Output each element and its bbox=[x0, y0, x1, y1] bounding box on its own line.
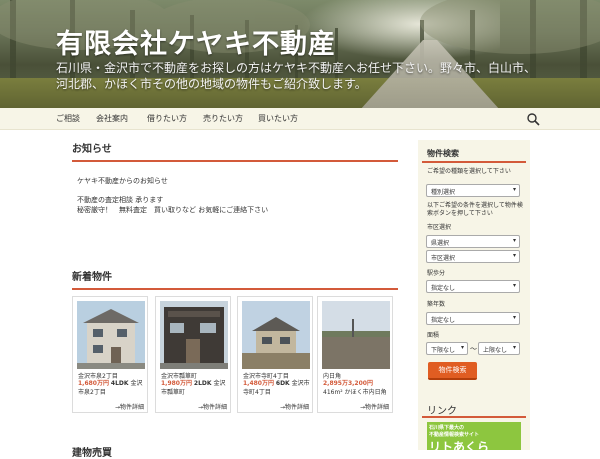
type-select[interactable]: 種別選択 ▾ bbox=[426, 184, 520, 197]
walk-select-value: 指定なし bbox=[431, 285, 456, 292]
notice-line-2: 不動産の査定相談 承ります bbox=[77, 196, 164, 204]
title-divider bbox=[422, 161, 526, 163]
banner-line-3: リトあくら bbox=[429, 440, 490, 450]
area-min-value: 下限なし bbox=[431, 347, 456, 354]
nav-item-buy[interactable]: 買いたい方 bbox=[258, 113, 298, 124]
main-nav: ご相談 会社案内 借りたい方 売りたい方 買いたい方 bbox=[0, 108, 600, 130]
notice-heading: お知らせ bbox=[72, 140, 398, 162]
partner-site-banner[interactable]: 石川県下最大の 不動産情報検索サイト リトあくら bbox=[427, 422, 521, 450]
area-separator: ～ bbox=[470, 345, 477, 353]
area-label: 面積 bbox=[427, 332, 440, 339]
chevron-down-icon: ▾ bbox=[512, 344, 516, 351]
card-price-block: 1,680万円 4LDK 金沢市泉2丁目 bbox=[78, 379, 146, 397]
chevron-down-icon: ▾ bbox=[512, 237, 516, 244]
chevron-down-icon: ▾ bbox=[460, 344, 464, 351]
notice-section: お知らせ ケヤキ不動産からのお知らせ 不動産の査定相談 承ります 秘密厳守！ 無… bbox=[72, 140, 398, 224]
city-select[interactable]: 市区選択 ▾ bbox=[426, 250, 520, 263]
card-price: 2,895万3,200円 bbox=[323, 380, 373, 387]
prefecture-select[interactable]: 県選択 ▾ bbox=[426, 235, 520, 248]
property-photo[interactable] bbox=[160, 301, 228, 369]
site-description: 石川県・金沢市で不動産をお探しの方はケヤキ不動産へお任せ下さい。野々市、白山市、… bbox=[56, 61, 537, 91]
detail-link[interactable]: →物件詳細 bbox=[198, 402, 227, 411]
detail-link[interactable]: →物件詳細 bbox=[280, 402, 309, 411]
card-detail: 4LDK bbox=[110, 380, 129, 387]
property-photo[interactable] bbox=[322, 301, 390, 369]
card-price-block: 2,895万3,200円 416m² かほく市内日角 bbox=[323, 379, 391, 397]
listing-card[interactable]: 金沢市瓢箪町 1,980万円 2LDK 金沢市瓢箪町 →物件詳細 bbox=[155, 296, 231, 413]
chevron-down-icon: ▾ bbox=[512, 252, 516, 259]
new-listings-heading: 新着物件 bbox=[72, 268, 398, 290]
card-price: 1,480万円 bbox=[243, 380, 274, 387]
city-label: 市区選択 bbox=[427, 224, 452, 231]
listing-card[interactable]: 金沢市寺町4丁目 1,480万円 6DK 金沢市寺町4丁目 →物件詳細 bbox=[237, 296, 313, 413]
search-widget-title: 物件検索 bbox=[427, 149, 459, 158]
card-price-block: 1,480万円 6DK 金沢市寺町4丁目 bbox=[243, 379, 311, 397]
nav-item-company[interactable]: 会社案内 bbox=[96, 113, 128, 124]
area-max-value: 上限なし bbox=[483, 347, 508, 354]
card-detail: 2LDK bbox=[193, 380, 212, 387]
chevron-down-icon: ▾ bbox=[512, 314, 516, 321]
city-select-value: 市区選択 bbox=[431, 255, 456, 262]
listing-card[interactable]: 金沢市泉2丁目 1,680万円 4LDK 金沢市泉2丁目 →物件詳細 bbox=[72, 296, 148, 413]
property-search-button[interactable]: 物件検索 bbox=[428, 362, 477, 380]
search-icon[interactable] bbox=[526, 112, 540, 126]
search-sidebar: 物件検索 ご希望の種類を選択して下さい 種別選択 ▾ 以下ご希望の条件を選択して物… bbox=[418, 140, 530, 450]
age-select-value: 指定なし bbox=[431, 317, 456, 324]
detail-link[interactable]: →物件詳細 bbox=[115, 402, 144, 411]
banner-line-1: 石川県下最大の bbox=[429, 425, 465, 431]
card-price: 1,680万円 bbox=[78, 380, 109, 387]
type-label: ご希望の種類を選択して下さい bbox=[427, 168, 511, 175]
notice-body: ケヤキ不動産からのお知らせ 不動産の査定相談 承ります 秘密厳守！ 無料査定 買… bbox=[72, 176, 398, 215]
nav-item-rent[interactable]: 借りたい方 bbox=[147, 113, 187, 124]
type-select-value: 種別選択 bbox=[431, 189, 456, 196]
age-select[interactable]: 指定なし ▾ bbox=[426, 312, 520, 325]
area-max-select[interactable]: 上限なし ▾ bbox=[478, 342, 520, 355]
chevron-down-icon: ▾ bbox=[512, 186, 516, 193]
card-detail: 416m² bbox=[323, 389, 343, 396]
listing-cards: 金沢市泉2丁目 1,680万円 4LDK 金沢市泉2丁目 →物件詳細 金沢市瓢箪… bbox=[72, 296, 398, 414]
prefecture-select-value: 県選択 bbox=[431, 240, 450, 247]
chevron-down-icon: ▾ bbox=[512, 282, 516, 289]
walk-label: 駅歩分 bbox=[427, 270, 446, 277]
notice-line-1: ケヤキ不動産からのお知らせ bbox=[77, 177, 168, 185]
card-price: 1,980万円 bbox=[161, 380, 192, 387]
nav-item-consult[interactable]: ご相談 bbox=[56, 113, 80, 124]
building-sales-heading: 建物売買 bbox=[72, 448, 112, 459]
card-location: かほく市内日角 bbox=[344, 389, 387, 396]
banner-line-2: 不動産情報検索サイト bbox=[429, 432, 480, 438]
header-banner: 有限会社ケヤキ不動産 石川県・金沢市で不動産をお探しの方はケヤキ不動産へお任せ下… bbox=[0, 0, 600, 108]
area-note: 以下ご希望の条件を選択して物件検索ボタンを押して下さい bbox=[427, 202, 523, 217]
property-photo[interactable] bbox=[77, 301, 145, 369]
age-label: 築年数 bbox=[427, 301, 446, 308]
walk-select[interactable]: 指定なし ▾ bbox=[426, 280, 520, 293]
links-title: リンク bbox=[427, 406, 457, 417]
site-title[interactable]: 有限会社ケヤキ不動産 bbox=[56, 22, 336, 61]
links-divider bbox=[422, 416, 526, 418]
card-detail: 6DK bbox=[275, 380, 290, 387]
notice-line-3: 秘密厳守！ 無料査定 買い取りなど お気軽にご連絡下さい bbox=[77, 206, 269, 214]
property-photo[interactable] bbox=[242, 301, 310, 369]
nav-item-sell[interactable]: 売りたい方 bbox=[203, 113, 243, 124]
listing-card[interactable]: 内日角 2,895万3,200円 416m² かほく市内日角 →物件詳細 bbox=[317, 296, 393, 413]
card-price-block: 1,980万円 2LDK 金沢市瓢箪町 bbox=[161, 379, 229, 397]
detail-link[interactable]: →物件詳細 bbox=[360, 402, 389, 411]
area-min-select[interactable]: 下限なし ▾ bbox=[426, 342, 468, 355]
